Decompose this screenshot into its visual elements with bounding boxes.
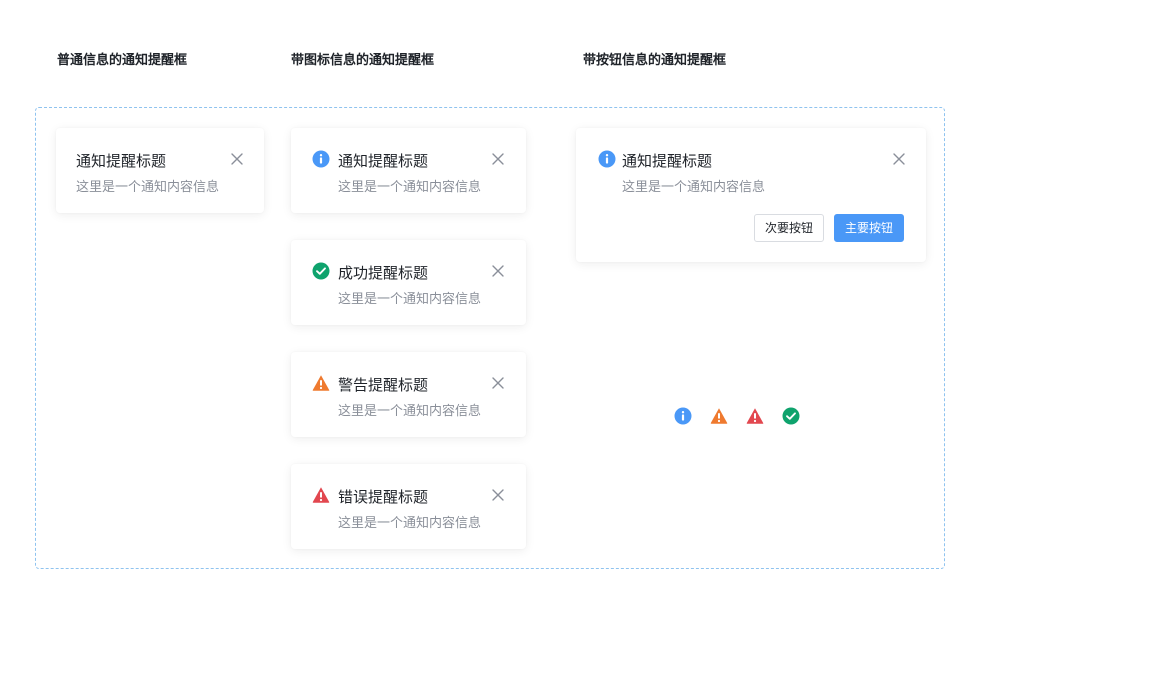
notification-content: 这里是一个通知内容信息 bbox=[338, 516, 482, 531]
check-circle-icon bbox=[312, 262, 330, 280]
notification-title: 成功提醒标题 bbox=[338, 264, 429, 282]
notification-title: 通知提醒标题 bbox=[622, 152, 713, 170]
notification-info: 通知提醒标题 这里是一个通知内容信息 bbox=[291, 128, 526, 213]
notification-warning: 警告提醒标题 这里是一个通知内容信息 bbox=[291, 352, 526, 437]
close-icon[interactable] bbox=[491, 152, 505, 166]
close-icon[interactable] bbox=[892, 152, 906, 166]
info-icon bbox=[312, 150, 330, 168]
close-icon[interactable] bbox=[491, 376, 505, 390]
warning-triangle-icon bbox=[710, 407, 728, 425]
notification-title: 通知提醒标题 bbox=[76, 152, 167, 170]
close-icon[interactable] bbox=[230, 152, 244, 166]
close-icon[interactable] bbox=[491, 264, 505, 278]
section-title-plain: 普通信息的通知提醒框 bbox=[57, 53, 188, 68]
info-icon bbox=[674, 407, 692, 425]
notification-content: 这里是一个通知内容信息 bbox=[338, 292, 482, 307]
notification-plain: 通知提醒标题 这里是一个通知内容信息 bbox=[56, 128, 264, 213]
error-triangle-icon bbox=[312, 486, 330, 504]
notification-content: 这里是一个通知内容信息 bbox=[76, 180, 220, 195]
section-title-icon: 带图标信息的通知提醒框 bbox=[291, 53, 435, 68]
notification-content: 这里是一个通知内容信息 bbox=[338, 404, 482, 419]
notification-content: 这里是一个通知内容信息 bbox=[622, 180, 766, 195]
notification-with-buttons: 通知提醒标题 这里是一个通知内容信息 次要按钮 主要按钮 bbox=[576, 128, 926, 262]
notification-error: 错误提醒标题 这里是一个通知内容信息 bbox=[291, 464, 526, 549]
section-title-button: 带按钮信息的通知提醒框 bbox=[583, 53, 727, 68]
warning-triangle-icon bbox=[312, 374, 330, 392]
notification-content: 这里是一个通知内容信息 bbox=[338, 180, 482, 195]
info-icon bbox=[598, 150, 616, 168]
primary-button[interactable]: 主要按钮 bbox=[834, 214, 905, 242]
notification-title: 错误提醒标题 bbox=[338, 488, 429, 506]
close-icon[interactable] bbox=[491, 488, 505, 502]
check-circle-icon bbox=[782, 407, 800, 425]
notification-title: 警告提醒标题 bbox=[338, 376, 429, 394]
notification-title: 通知提醒标题 bbox=[338, 152, 429, 170]
error-triangle-icon bbox=[746, 407, 764, 425]
secondary-button[interactable]: 次要按钮 bbox=[754, 214, 825, 242]
notification-success: 成功提醒标题 这里是一个通知内容信息 bbox=[291, 240, 526, 325]
